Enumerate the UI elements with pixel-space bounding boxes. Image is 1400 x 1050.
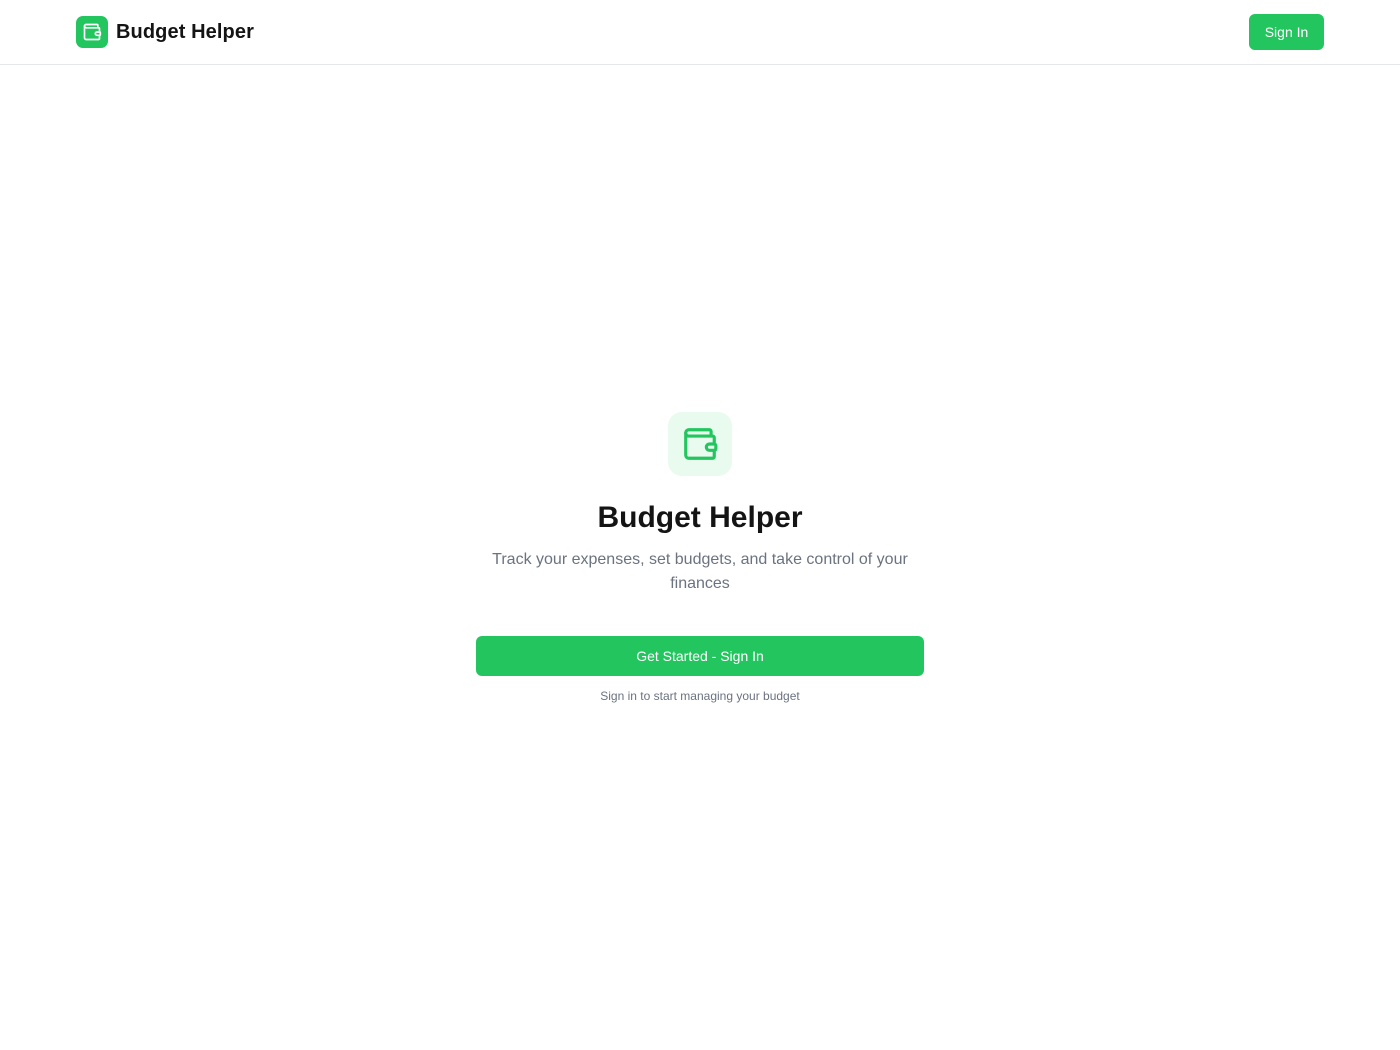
brand-logo[interactable]: Budget Helper (76, 16, 254, 48)
page-title: Budget Helper (597, 501, 803, 534)
hero-section: Budget Helper Track your expenses, set b… (0, 412, 1400, 703)
top-navbar: Budget Helper Sign In (0, 0, 1400, 65)
page-subtitle: Track your expenses, set budgets, and ta… (492, 551, 908, 592)
wallet-icon (668, 412, 732, 476)
get-started-button[interactable]: Get Started - Sign In (476, 636, 924, 676)
wallet-icon (76, 16, 108, 48)
brand-name: Budget Helper (116, 20, 254, 43)
cta-hint-text: Sign in to start managing your budget (600, 689, 800, 703)
sign-in-button[interactable]: Sign In (1249, 14, 1324, 50)
